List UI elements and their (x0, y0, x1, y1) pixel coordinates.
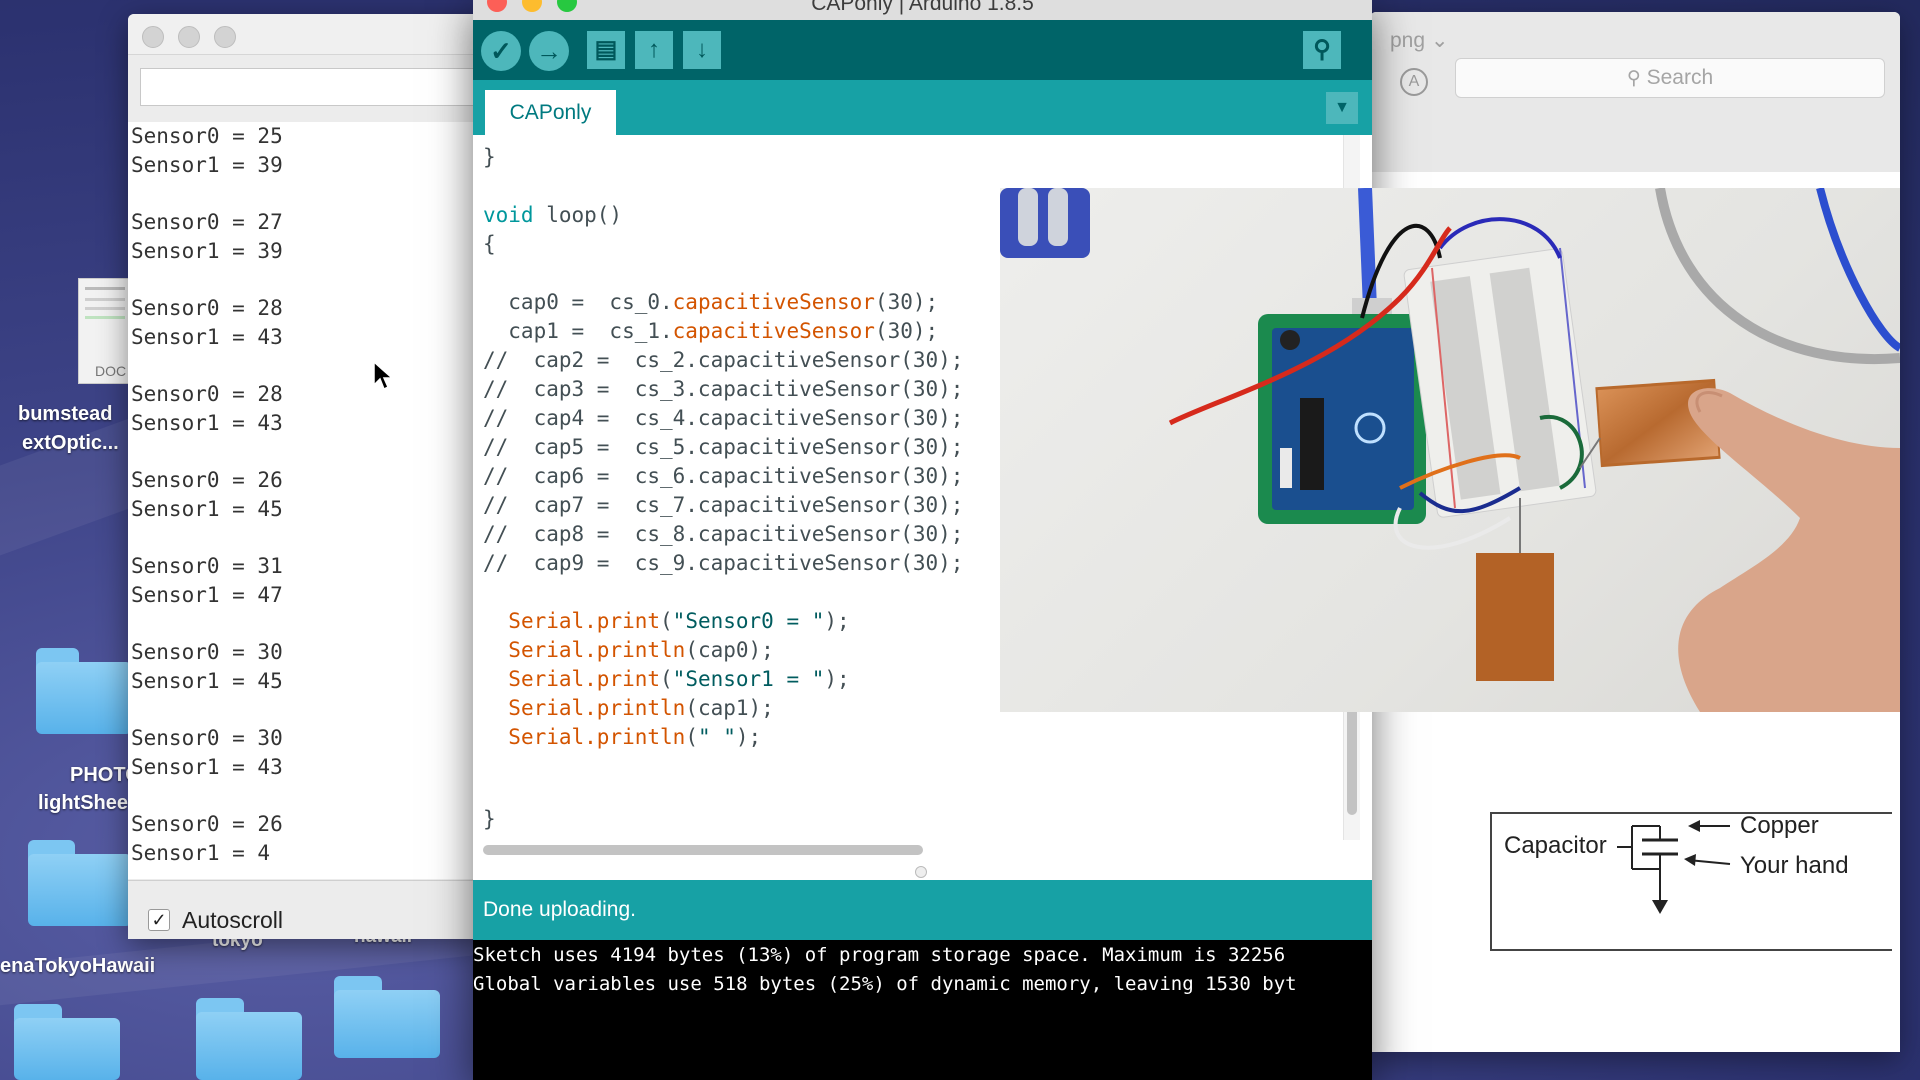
serial-output-line: Sensor1 = 39 (131, 239, 283, 263)
zoom-button[interactable] (214, 26, 236, 48)
serial-output-line: Sensor0 = 30 (131, 640, 283, 664)
code-line: Serial.println(cap0); (508, 638, 774, 662)
serial-send-input[interactable] (140, 68, 482, 106)
document-title-fragment[interactable]: png ⌄ (1390, 28, 1448, 53)
folder-icon-photos[interactable] (36, 648, 132, 734)
code-comment-line: // cap4 = cs_4.capacitiveSensor(30); (483, 406, 964, 430)
serial-output-line (131, 266, 488, 294)
status-bar: Done uploading. (473, 880, 1372, 940)
serial-monitor-titlebar (128, 14, 488, 55)
code-comment-line: // cap6 = cs_6.capacitiveSensor(30); (483, 464, 964, 488)
serial-output-line: Sensor1 = 43 (131, 411, 283, 435)
code-comment-line: // cap9 = cs_9.capacitiveSensor(30); (483, 551, 964, 575)
copper-label: Copper (1740, 812, 1819, 839)
serial-output-line (131, 524, 488, 552)
serial-output-line: Sensor0 = 26 (131, 812, 283, 836)
desktop-icon-label-enatokyohawaii[interactable]: enaTokyoHawaii (0, 955, 155, 978)
code-line: Serial.println(cap1); (508, 696, 774, 720)
code-line: Serial.print("Sensor0 = "); (508, 609, 850, 633)
serial-output-line: Sensor0 = 28 (131, 296, 283, 320)
close-button[interactable] (142, 26, 164, 48)
horizontal-scrollbar[interactable] (483, 843, 1353, 857)
serial-output-line: Sensor1 = 4 (131, 841, 271, 865)
save-sketch-button[interactable]: ↓ (683, 31, 721, 69)
code-comment-line: // cap2 = cs_2.capacitiveSensor(30); (483, 348, 964, 372)
hand-label: Your hand (1740, 852, 1849, 879)
console-line: Global variables use 518 bytes (25%) of … (473, 973, 1297, 995)
code-line: cap0 = cs_0.capacitiveSensor(30); (483, 290, 939, 314)
serial-output-line: Sensor1 = 45 (131, 669, 283, 693)
code-line: cap1 = cs_1.capacitiveSensor(30); (483, 319, 939, 343)
serial-output-line: Sensor1 = 45 (131, 497, 283, 521)
code-comment-line: // cap8 = cs_8.capacitiveSensor(30); (483, 522, 964, 546)
circuit-illustration (1000, 188, 1900, 712)
console-line: Sketch uses 4194 bytes (13%) of program … (473, 944, 1286, 966)
serial-output-line: Sensor0 = 27 (131, 210, 283, 234)
capacitor-symbol (1617, 820, 1731, 914)
serial-output-line: Sensor0 = 26 (131, 468, 283, 492)
folder-icon-enatokyohawaii[interactable] (28, 840, 132, 926)
ide-tabbar: CAPonly ▼ (473, 80, 1372, 135)
desktop-icon-label-bumstead[interactable]: bumstead (18, 403, 112, 426)
search-placeholder: Search (1646, 66, 1714, 89)
autoscroll-checkbox[interactable]: ✓ (148, 909, 170, 931)
capacitor-diagram: Capacitor Copper Your hand (1490, 812, 1892, 951)
ide-toolbar: ✓ → ▤ ↑ ↓ ⚲ (473, 20, 1372, 80)
code-comment-line: // cap5 = cs_5.capacitiveSensor(30); (483, 435, 964, 459)
folder-icon-1[interactable] (14, 1004, 120, 1080)
code-line: } (483, 807, 496, 831)
annotate-icon[interactable]: A (1400, 68, 1428, 96)
serial-monitor-window: Sensor0 = 25 Sensor1 = 39 Sensor0 = 27 Sens… (128, 14, 488, 939)
code-comment-line: // cap7 = cs_7.capacitiveSensor(30); (483, 493, 964, 517)
serial-output: Sensor0 = 25 Sensor1 = 39 Sensor0 = 27 Sens… (128, 122, 488, 879)
serial-output-line: Sensor0 = 30 (131, 726, 283, 750)
upload-button[interactable]: → (529, 31, 569, 71)
verify-button[interactable]: ✓ (481, 31, 521, 71)
code-line: Serial.println(" "); (508, 725, 762, 749)
tab-caponly[interactable]: CAPonly (485, 90, 616, 135)
serial-output-line: Sensor1 = 43 (131, 325, 283, 349)
serial-output-line (131, 438, 488, 466)
ide-titlebar: CAPonly | Arduino 1.8.5 (473, 0, 1372, 20)
serial-output-line (131, 696, 488, 724)
desktop-icon-label-photos-2[interactable]: lightShee (38, 792, 128, 815)
code-line: { (483, 232, 496, 256)
code-comment-line: // cap3 = cs_3.capacitiveSensor(30); (483, 377, 964, 401)
search-icon: ⚲ (1626, 68, 1641, 89)
code-line: Serial.print("Sensor1 = "); (508, 667, 850, 691)
ide-window-title: CAPonly | Arduino 1.8.5 (811, 0, 1034, 15)
arduino-breadboard-photo (1000, 188, 1900, 712)
folder-icon-tokyo[interactable] (196, 998, 302, 1080)
document-toolbar: png ⌄ A ⚲ Search (1370, 12, 1900, 173)
serial-monitor-footer: ✓ Autoscroll (128, 880, 488, 939)
splitter-handle[interactable] (915, 866, 927, 878)
serial-output-line: Sensor0 = 28 (131, 382, 283, 406)
open-sketch-button[interactable]: ↑ (635, 31, 673, 69)
mouse-pointer-icon (373, 361, 393, 391)
document-thumbnail[interactable]: DOC (78, 278, 132, 384)
serial-output-line: Sensor0 = 31 (131, 554, 283, 578)
tab-menu-chevron-down-icon[interactable]: ▼ (1326, 92, 1358, 124)
vertical-scrollbar-thumb[interactable] (1347, 705, 1357, 815)
document-thumbnail-label: DOC (95, 363, 127, 379)
serial-monitor-button[interactable]: ⚲ (1303, 31, 1341, 69)
serial-output-line: Sensor1 = 43 (131, 755, 283, 779)
code-line: } (483, 145, 496, 169)
serial-output-line (131, 782, 488, 810)
serial-output-line: Sensor0 = 25 (131, 124, 283, 148)
search-field[interactable]: ⚲ Search (1455, 58, 1885, 98)
new-sketch-button[interactable]: ▤ (587, 31, 625, 69)
code-line: void loop() (483, 203, 623, 227)
serial-output-line (131, 180, 488, 208)
serial-output-line: Sensor1 = 47 (131, 583, 283, 607)
serial-output-line (131, 610, 488, 638)
horizontal-scrollbar-thumb[interactable] (483, 845, 923, 855)
desktop-icon-label-bumstead-2[interactable]: extOptic... (22, 432, 119, 455)
folder-icon-hawaii[interactable] (334, 976, 440, 1058)
serial-output-line (131, 352, 488, 380)
console-output: Sketch uses 4194 bytes (13%) of program … (473, 940, 1372, 1080)
autoscroll-label: Autoscroll (182, 907, 283, 933)
minimize-button[interactable] (178, 26, 200, 48)
serial-output-line: Sensor1 = 39 (131, 153, 283, 177)
